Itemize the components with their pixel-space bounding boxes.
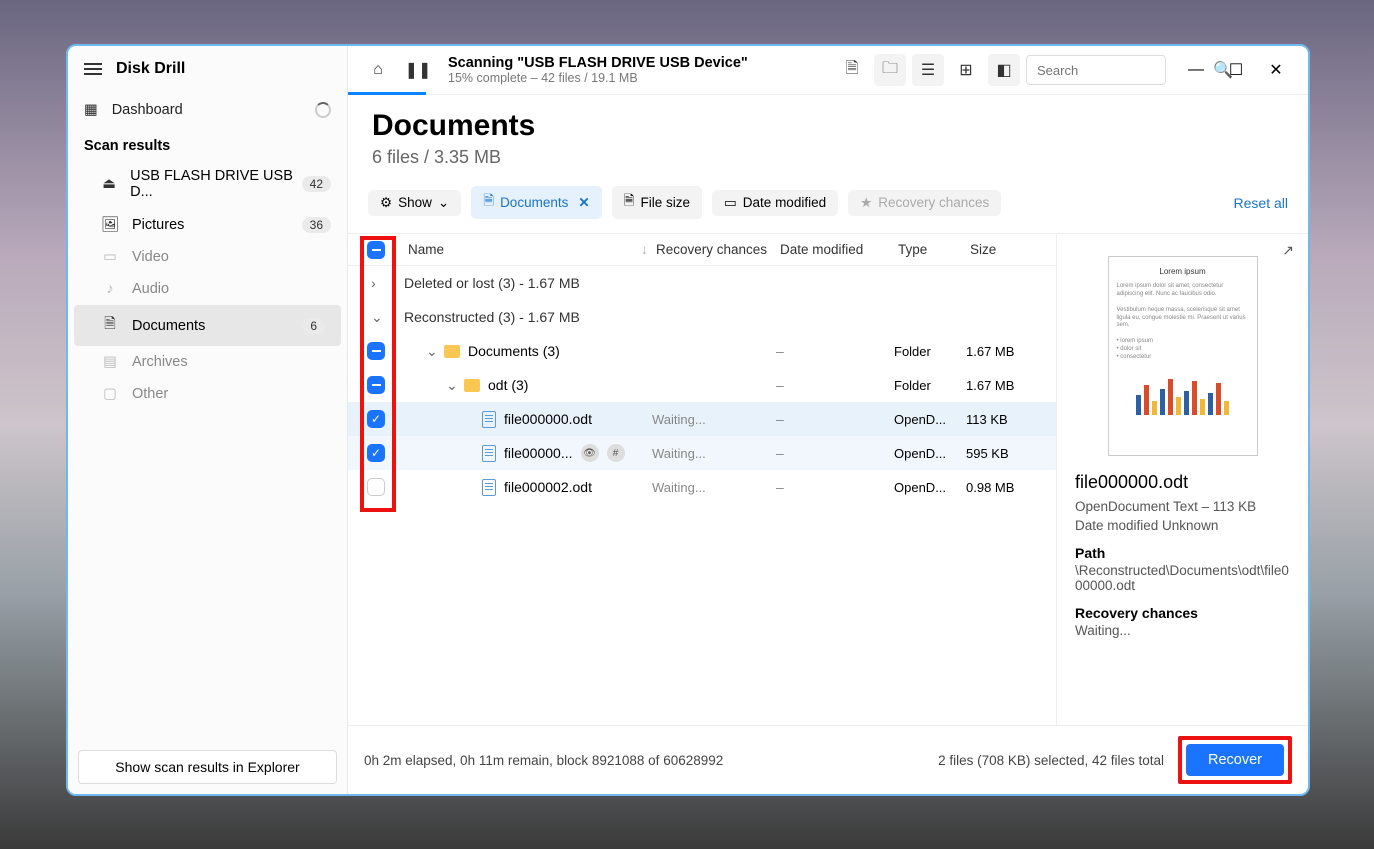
main-panel: ⌂ ❚❚ Scanning "USB FLASH DRIVE USB Devic… <box>348 46 1308 794</box>
reset-all-link[interactable]: Reset all <box>1234 195 1288 211</box>
column-headers: Name↓ Recovery chances Date modified Typ… <box>348 234 1056 266</box>
home-button[interactable]: ⌂ <box>362 54 394 86</box>
checkbox[interactable] <box>367 410 385 428</box>
preview-rc-label: Recovery chances <box>1075 605 1290 621</box>
col-date[interactable]: Date modified <box>776 234 894 265</box>
chevron-right-icon[interactable]: › <box>371 275 381 291</box>
app-title: Disk Drill <box>116 60 185 78</box>
app-window: Disk Drill ▦Dashboard Scan results ⏏ USB… <box>66 44 1310 796</box>
status-right: 2 files (708 KB) selected, 42 files tota… <box>938 753 1164 768</box>
page-subtitle: 6 files / 3.35 MB <box>372 147 1284 168</box>
scan-progress-bar <box>348 92 426 95</box>
folder-icon <box>444 345 460 358</box>
file-list: Name↓ Recovery chances Date modified Typ… <box>348 234 1056 725</box>
video-icon: ▭ <box>100 249 120 265</box>
checkbox[interactable] <box>367 376 385 394</box>
topbar: ⌂ ❚❚ Scanning "USB FLASH DRIVE USB Devic… <box>348 46 1308 95</box>
preview-thumbnail: Lorem ipsum Lorem ipsum dolor sit amet, … <box>1108 256 1258 456</box>
sidebar-dashboard[interactable]: ▦Dashboard <box>68 92 347 128</box>
select-all-checkbox[interactable] <box>367 241 385 259</box>
sidebar-item-archives[interactable]: ▤ Archives <box>68 346 347 378</box>
filter-bar: ⚙Show⌄ 🗎Documents✕ 🗎File size ▭Date modi… <box>348 176 1308 234</box>
file-row-0[interactable]: file000000.odt Waiting...–OpenD...113 KB <box>348 402 1056 436</box>
popout-icon[interactable]: ↗ <box>1282 242 1294 259</box>
sidebar-item-other[interactable]: ▢ Other <box>68 378 347 410</box>
maximize-button[interactable]: ☐ <box>1218 56 1254 84</box>
grid-icon: ▦ <box>84 102 98 118</box>
preview-date: Date modified Unknown <box>1075 518 1290 533</box>
sidebar-item-audio[interactable]: ♪ Audio <box>68 273 347 305</box>
sidebar: Disk Drill ▦Dashboard Scan results ⏏ USB… <box>68 46 348 794</box>
show-filter[interactable]: ⚙Show⌄ <box>368 190 461 216</box>
pictures-icon: 🖼 <box>100 216 120 233</box>
document-icon <box>482 411 496 428</box>
spinner-icon <box>315 102 331 118</box>
col-recovery[interactable]: Recovery chances <box>652 234 776 265</box>
show-in-explorer-button[interactable]: Show scan results in Explorer <box>78 750 337 784</box>
sidebar-section-label: Scan results <box>68 128 347 160</box>
close-button[interactable]: ✕ <box>1258 56 1294 84</box>
status-bar: 0h 2m elapsed, 0h 11m remain, block 8921… <box>348 725 1308 794</box>
page-title: Documents <box>372 109 1284 143</box>
file-row-2[interactable]: file000002.odt Waiting...–OpenD...0.98 M… <box>348 470 1056 504</box>
date-modified-filter[interactable]: ▭Date modified <box>712 190 838 216</box>
preview-filename: file000000.odt <box>1075 472 1290 493</box>
documents-icon: 🗎 <box>100 313 120 338</box>
audio-icon: ♪ <box>100 281 120 297</box>
folder-row-odt[interactable]: ⌄odt (3) –Folder1.67 MB <box>348 368 1056 402</box>
sidebar-item-video[interactable]: ▭ Video <box>68 241 347 273</box>
recovery-chances-filter[interactable]: ★Recovery chances <box>848 190 1001 216</box>
file-row-1[interactable]: file00000...👁# Waiting...–OpenD...595 KB <box>348 436 1056 470</box>
sidebar-item-documents[interactable]: 🗎 Documents 6 <box>74 305 341 346</box>
file-icon[interactable]: 🗎 <box>836 54 868 86</box>
minimize-button[interactable]: — <box>1178 56 1214 84</box>
scan-title: Scanning "USB FLASH DRIVE USB Device" <box>448 55 748 71</box>
pause-button[interactable]: ❚❚ <box>402 54 434 86</box>
group-deleted[interactable]: › Deleted or lost (3) - 1.67 MB <box>348 266 1056 300</box>
documents-filter[interactable]: 🗎Documents✕ <box>471 186 601 219</box>
preview-panel: ↗ Lorem ipsum Lorem ipsum dolor sit amet… <box>1056 234 1308 725</box>
folder-row-documents[interactable]: ⌄Documents (3) –Folder1.67 MB <box>348 334 1056 368</box>
col-size[interactable]: Size <box>966 234 1056 265</box>
other-icon: ▢ <box>100 386 120 402</box>
folder-icon[interactable]: 🗀 <box>874 54 906 86</box>
panel-toggle-icon[interactable]: ◧ <box>988 54 1020 86</box>
folder-icon <box>464 379 480 392</box>
col-name[interactable]: Name↓ <box>404 234 652 265</box>
eye-icon: 👁 <box>581 444 599 462</box>
group-reconstructed[interactable]: ⌄ Reconstructed (3) - 1.67 MB <box>348 300 1056 334</box>
document-icon <box>482 445 496 462</box>
checkbox[interactable] <box>367 342 385 360</box>
grid-view-icon[interactable]: ⊞ <box>950 54 982 86</box>
highlight-recover: Recover <box>1178 736 1292 784</box>
menu-icon[interactable] <box>84 60 102 78</box>
recover-button[interactable]: Recover <box>1186 744 1284 776</box>
preview-path: \Reconstructed\Documents\odt\file000000.… <box>1075 563 1290 593</box>
list-view-icon[interactable]: ☰ <box>912 54 944 86</box>
scan-subtitle: 15% complete – 42 files / 19.1 MB <box>448 71 748 85</box>
sidebar-item-pictures[interactable]: 🖼 Pictures 36 <box>68 208 347 241</box>
archives-icon: ▤ <box>100 354 120 370</box>
preview-type-size: OpenDocument Text – 113 KB <box>1075 499 1290 514</box>
drive-icon: ⏏ <box>100 176 118 192</box>
col-type[interactable]: Type <box>894 234 966 265</box>
file-size-filter[interactable]: 🗎File size <box>612 186 702 219</box>
checkbox[interactable] <box>367 478 385 496</box>
document-icon <box>482 479 496 496</box>
chevron-down-icon[interactable]: ⌄ <box>371 309 381 326</box>
preview-path-label: Path <box>1075 545 1290 561</box>
hash-icon: # <box>607 444 625 462</box>
checkbox[interactable] <box>367 444 385 462</box>
sidebar-item-drive[interactable]: ⏏ USB FLASH DRIVE USB D... 42 <box>68 160 347 208</box>
remove-filter-icon[interactable]: ✕ <box>578 195 589 211</box>
status-left: 0h 2m elapsed, 0h 11m remain, block 8921… <box>364 753 723 768</box>
preview-rc: Waiting... <box>1075 623 1290 638</box>
search-box[interactable]: 🔍 <box>1026 55 1166 85</box>
